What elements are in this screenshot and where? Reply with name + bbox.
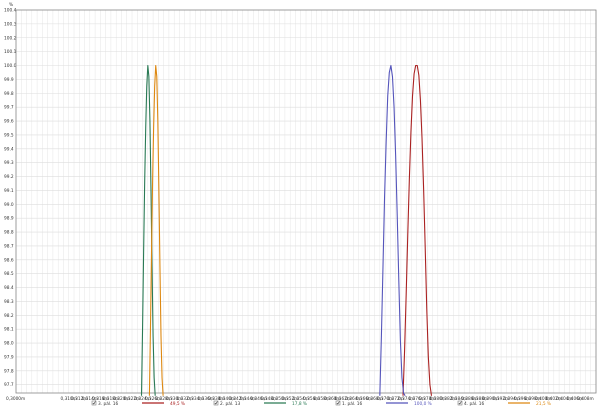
y-tick-label: 99.7 (4, 105, 14, 111)
y-tick-label: 98.3 (4, 299, 14, 305)
x-tick-label: 0,3000m (6, 396, 25, 402)
x-tick-label: 0,408m (577, 396, 594, 402)
y-tick-label: 98.5 (4, 271, 14, 277)
y-tick-label: 97.8 (4, 368, 14, 374)
y-tick-label: 100.3 (4, 21, 17, 27)
y-tick-label: 98.2 (4, 313, 14, 319)
y-tick-label: 100.4 (4, 8, 17, 14)
y-tick-label: 100.1 (4, 49, 17, 55)
y-tick-label: 99.0 (4, 202, 14, 208)
y-tick-label: 99.6 (4, 119, 14, 125)
y-tick-label: 98.8 (4, 230, 14, 236)
legend-percent: 17,8 % (292, 401, 307, 407)
legend-label: 1. pál. 16 (342, 400, 362, 407)
legend-label: 3. pál. 16 (98, 400, 118, 407)
y-tick-label: 99.3 (4, 160, 14, 166)
legend-label: 2. pál. 13 (220, 400, 240, 407)
y-tick-label: 99.9 (4, 77, 14, 83)
y-tick-label: 98.1 (4, 327, 14, 333)
y-tick-label: 99.8 (4, 91, 14, 97)
y-tick-label: 99.2 (4, 174, 14, 180)
legend-label: 4. pál. 16 (464, 400, 484, 407)
y-tick-label: 97.9 (4, 354, 14, 360)
line-chart: 100.4 100.3 100.2 100.1 100.0 99.9 99.8 99.7 99.… (0, 0, 600, 410)
y-tick-label: 98.0 (4, 341, 14, 347)
legend-percent: 49,5 % (170, 401, 185, 407)
y-tick-label: 100.0 (4, 63, 17, 69)
y-tick-label: 99.4 (4, 146, 14, 152)
y-axis-unit-label: % (9, 2, 13, 8)
y-tick-label: 99.1 (4, 188, 14, 194)
y-tick-label: 98.6 (4, 257, 14, 263)
y-tick-label: 100.2 (4, 35, 17, 41)
y-tick-label: 98.7 (4, 243, 14, 249)
legend-percent: 100,0 % (414, 401, 432, 407)
chart-container: 100.4 100.3 100.2 100.1 100.0 99.9 99.8 99.7 99.… (0, 0, 600, 410)
y-tick-label: 98.4 (4, 285, 14, 291)
y-tick-label: 99.5 (4, 132, 14, 138)
y-tick-label: 97.7 (4, 382, 14, 388)
legend-percent: 21,5 % (536, 401, 551, 407)
y-tick-label: 98.9 (4, 216, 14, 222)
